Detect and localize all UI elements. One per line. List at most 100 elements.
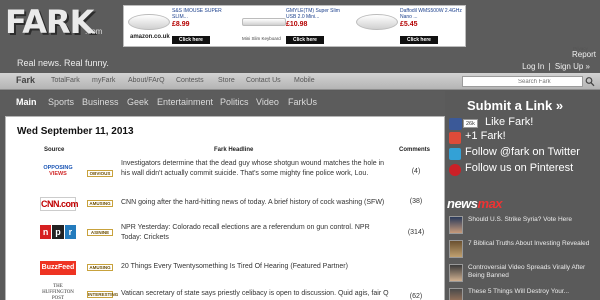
keyboard-image	[242, 18, 286, 26]
fark-logo[interactable]: FARK .com	[5, 3, 105, 41]
nav-fark[interactable]: Fark	[16, 75, 35, 85]
tab-entertainment[interactable]: Entertainment	[157, 97, 213, 107]
newsmax-widget: newsmax Should U.S. Strike Syria? Vote H…	[447, 196, 597, 300]
headline-tag[interactable]: AMUSING	[87, 200, 113, 207]
source-logo[interactable]: CNN.com	[40, 197, 79, 211]
source-logo[interactable]: THE HUFFINGTON POST	[40, 284, 76, 300]
table-row: npr ASININE NPR Yesterday: Colorado reca…	[6, 221, 444, 249]
site-header: FARK .com Real news. Real funny. S&S IMO…	[0, 0, 600, 73]
comment-count[interactable]: (62)	[401, 293, 431, 300]
newsmax-thumbnail	[449, 216, 463, 234]
newsmax-headline: These 5 Things Will Destroy Your...	[468, 288, 570, 295]
signup-link[interactable]: Sign Up »	[555, 62, 590, 71]
like-label: Like Fark!	[485, 116, 534, 128]
column-comments: Comments	[399, 147, 431, 153]
like-count: 26k	[463, 119, 478, 128]
ad-item[interactable]: GMYLE(TM) Super Slim USB 2.0 Mini... £10…	[238, 6, 352, 46]
newsmax-thumbnail	[449, 240, 463, 258]
table-row: THE HUFFINGTON POST INTERESTING Vatican …	[6, 283, 444, 300]
mouse-image	[356, 14, 398, 30]
nav-store[interactable]: Store	[218, 77, 235, 84]
tab-business[interactable]: Business	[82, 97, 119, 107]
tab-politics[interactable]: Politics	[220, 97, 249, 107]
ad-item[interactable]: Daffodil WMS500W 2.4GHz Nano ... £5.45 C…	[352, 6, 466, 46]
headline-link[interactable]: Vatican secretary of state says priestly…	[121, 289, 391, 299]
nav-myfark[interactable]: myFark	[92, 77, 115, 84]
ad-product-name: Daffodil WMS500W 2.4GHz Nano ...	[400, 8, 462, 20]
logo-text: FARK	[5, 3, 94, 41]
newsmax-item[interactable]: Controversial Video Spreads Virally Afte…	[447, 264, 597, 286]
newsmax-logo[interactable]: newsmax	[447, 196, 503, 211]
nav-mobile[interactable]: Mobile	[294, 77, 315, 84]
headline-tag[interactable]: ASININE	[87, 229, 113, 236]
column-source: Source	[44, 147, 65, 153]
newsmax-headline: Controversial Video Spreads Virally Afte…	[468, 264, 586, 279]
newsmax-thumbnail	[449, 264, 463, 282]
headline-link[interactable]: NPR Yesterday: Colorado recall elections…	[121, 223, 391, 243]
top-nav: Fark TotalFark myFark About/FArQ Contest…	[0, 73, 600, 90]
source-logo[interactable]: OPPOSING VIEWS	[40, 165, 76, 179]
banner-ad[interactable]: S&S IMOUSE SUPER SLIM... £8.99 Click her…	[123, 5, 588, 51]
ad-caption: Mini Slim Keyboard	[242, 36, 281, 41]
ad-click-button[interactable]: Click here	[400, 36, 438, 44]
ad-click-button[interactable]: Click here	[172, 36, 210, 44]
newsmax-headline: 7 Biblical Truths About Investing Reveal…	[468, 240, 590, 247]
plus-label: +1 Fark!	[465, 130, 506, 142]
table-row: BuzzFeed AMUSING 20 Things Every Twentys…	[6, 260, 444, 278]
comment-count[interactable]: (4)	[401, 168, 431, 175]
ad-product-name: S&S IMOUSE SUPER SLIM...	[172, 8, 222, 20]
newsmax-headline: Should U.S. Strike Syria? Vote Here	[468, 216, 573, 223]
newsmax-item[interactable]: These 5 Things Will Destroy Your...	[447, 288, 597, 300]
newsmax-thumbnail	[449, 288, 463, 300]
column-headline: Fark Headline	[214, 147, 254, 153]
headline-list: Wed September 11, 2013 Source Fark Headl…	[5, 116, 445, 300]
headline-link[interactable]: 20 Things Every Twentysomething Is Tired…	[121, 262, 391, 272]
ad-price: £8.99	[172, 21, 190, 28]
twitter-label: Follow @fark on Twitter	[465, 146, 580, 158]
table-row: CNN.com AMUSING CNN going after the hard…	[6, 196, 444, 214]
search-input[interactable]	[462, 76, 583, 87]
headline-link[interactable]: CNN going after the hard-hitting news of…	[121, 198, 391, 208]
newsmax-item[interactable]: Should U.S. Strike Syria? Vote Here	[447, 216, 597, 238]
auth-links: Log In | Sign Up »	[520, 62, 590, 71]
newsmax-logo-b: max	[477, 196, 503, 211]
auth-separator: |	[548, 62, 551, 71]
headline-tag[interactable]: AMUSING	[87, 264, 113, 271]
tab-video[interactable]: Video	[256, 97, 279, 107]
nav-contact[interactable]: Contact Us	[246, 77, 281, 84]
comment-count[interactable]: (38)	[401, 198, 431, 205]
ad-item[interactable]: S&S IMOUSE SUPER SLIM... £8.99 Click her…	[124, 6, 238, 46]
search-icon[interactable]	[585, 76, 595, 87]
headline-tag[interactable]: INTERESTING	[87, 291, 118, 298]
table-row: OPPOSING VIEWS OBVIOUS Investigators dete…	[6, 159, 444, 187]
login-link[interactable]: Log In	[522, 62, 544, 71]
tab-farkus[interactable]: FarkUs	[288, 97, 317, 107]
headline-tag[interactable]: OBVIOUS	[87, 170, 113, 177]
headline-link[interactable]: Investigators determine that the dead gu…	[121, 159, 391, 179]
comment-count[interactable]: (314)	[401, 229, 431, 236]
nav-contests[interactable]: Contests	[176, 77, 204, 84]
tab-sports[interactable]: Sports	[48, 97, 74, 107]
pinterest-icon	[449, 164, 461, 176]
category-tabs: Main Sports Business Geek Entertainment …	[0, 91, 445, 116]
pinterest-label: Follow us on Pinterest	[465, 162, 574, 174]
newsmax-logo-a: news	[447, 196, 478, 211]
ad-price: £10.98	[286, 21, 308, 28]
tab-main[interactable]: Main	[16, 97, 37, 107]
google-plus-icon	[449, 132, 461, 144]
facebook-like-icon	[449, 118, 462, 130]
tab-geek[interactable]: Geek	[127, 97, 149, 107]
ad-click-button[interactable]: Click here	[286, 36, 324, 44]
report-link[interactable]: Report	[572, 50, 596, 59]
nav-about[interactable]: About/FArQ	[128, 77, 165, 84]
source-logo[interactable]: npr	[40, 225, 76, 239]
newsmax-item[interactable]: 7 Biblical Truths About Investing Reveal…	[447, 240, 597, 262]
twitter-icon	[449, 148, 461, 160]
source-logo[interactable]: BuzzFeed	[40, 261, 76, 275]
ad-product-name: GMYLE(TM) Super Slim USB 2.0 Mini...	[286, 8, 340, 20]
ad-source: amazon.co.uk	[130, 34, 170, 40]
date-heading: Wed September 11, 2013	[17, 126, 134, 137]
nav-totalfark[interactable]: TotalFark	[51, 77, 80, 84]
tagline: Real news. Real funny.	[17, 58, 109, 68]
submit-link-button[interactable]: Submit a Link »	[467, 98, 563, 113]
